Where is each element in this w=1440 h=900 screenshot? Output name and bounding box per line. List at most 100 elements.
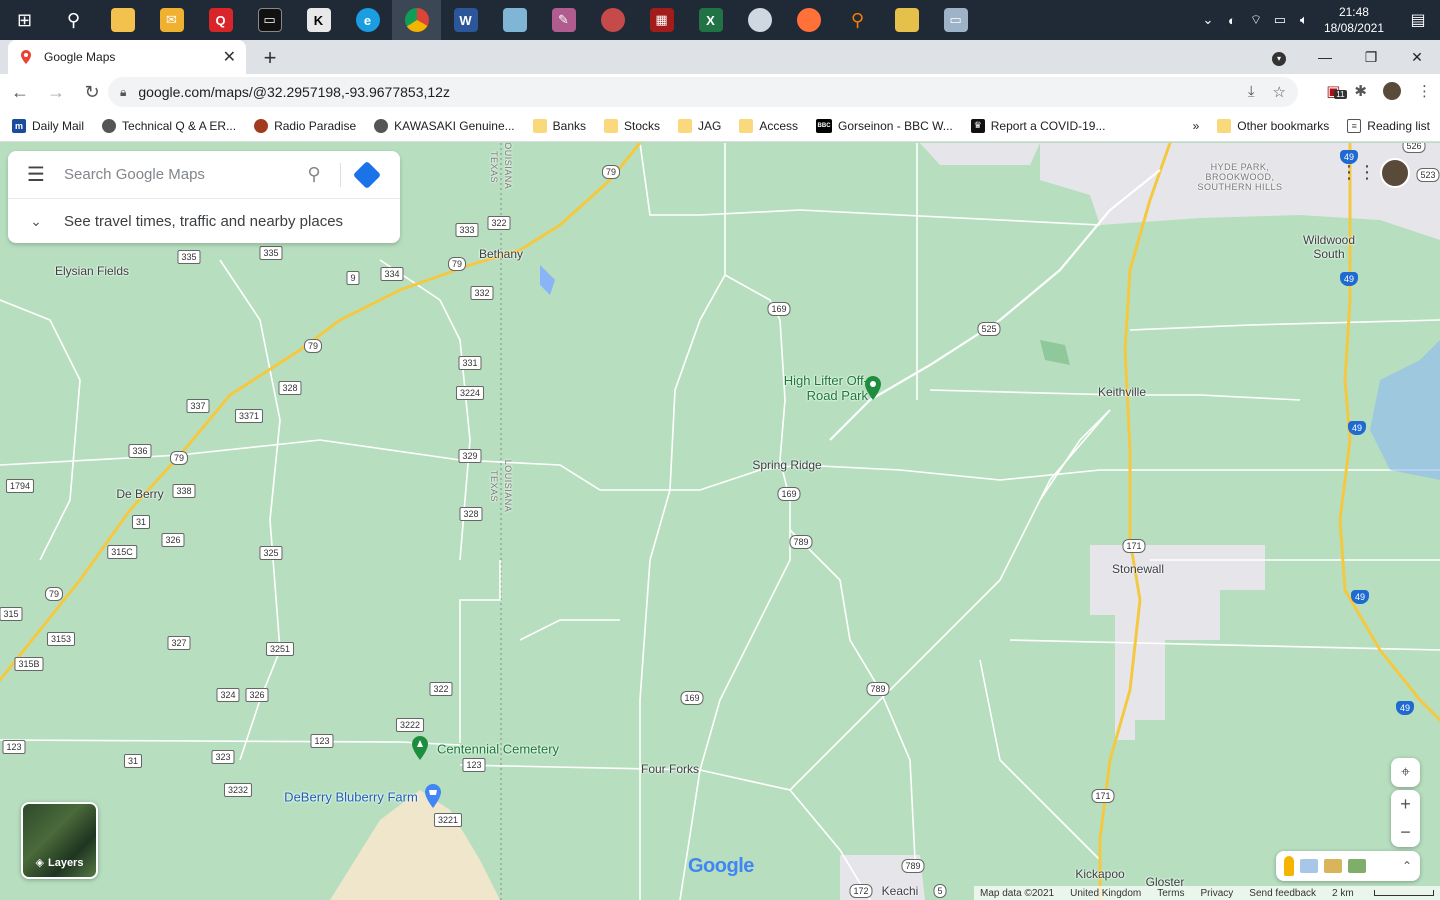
app-circle-icon[interactable]	[735, 0, 784, 40]
shield-332[interactable]: 332	[470, 286, 494, 300]
battery-icon[interactable]: ▭	[1268, 12, 1292, 28]
shield-322[interactable]: 322	[429, 682, 453, 696]
google-apps-icon[interactable]: ⋮⋮	[1340, 162, 1376, 183]
shield-323[interactable]: 323	[211, 750, 235, 764]
shield-us-79[interactable]: 79	[303, 339, 323, 353]
tab-google-maps[interactable]: Google Maps ✕	[8, 40, 246, 74]
scale-label[interactable]: 2 km	[1332, 888, 1354, 899]
shield-327[interactable]: 327	[167, 636, 191, 650]
bookmark-folder-banks[interactable]: Banks	[532, 118, 586, 133]
shield-1794[interactable]: 1794	[5, 479, 35, 493]
shield-3232[interactable]: 3232	[223, 783, 253, 797]
shield-328[interactable]: 328	[278, 381, 302, 395]
profile-avatar[interactable]	[1381, 80, 1403, 102]
shield-334[interactable]: 334	[380, 267, 404, 281]
bookmark-covid-report[interactable]: ♛ Report a COVID-19...	[970, 118, 1105, 133]
app-pen-icon[interactable]: ✎	[539, 0, 588, 40]
shield-325[interactable]: 325	[259, 546, 283, 560]
search-icon[interactable]: ⚲	[49, 0, 98, 40]
shield-338[interactable]: 338	[172, 484, 196, 498]
app-monitor-icon[interactable]: ▭	[931, 0, 980, 40]
reload-icon[interactable]: ↻	[76, 82, 108, 103]
bookmark-star-icon[interactable]: ☆	[1273, 83, 1286, 101]
place-brookwood[interactable]: BROOKWOOD,	[1205, 172, 1274, 182]
close-window-icon[interactable]: ✕	[1394, 49, 1440, 66]
shield-337[interactable]: 337	[186, 399, 210, 413]
menu-hamburger-icon[interactable]: ☰	[8, 162, 64, 187]
app-yellow-icon[interactable]	[882, 0, 931, 40]
shield-3222[interactable]: 3222	[395, 718, 425, 732]
shield-315b[interactable]: 315B	[14, 657, 44, 671]
shield-i-49[interactable]: 49	[1339, 272, 1359, 286]
chevron-up-icon[interactable]: ⌃	[1402, 859, 1412, 873]
shield-789[interactable]: 789	[789, 535, 813, 549]
new-tab-button[interactable]: +	[258, 45, 282, 71]
restore-icon[interactable]: ❐	[1348, 49, 1394, 66]
close-tab-icon[interactable]: ✕	[223, 47, 236, 67]
shield-3251[interactable]: 3251	[265, 642, 295, 656]
shield-3371[interactable]: 3371	[234, 409, 264, 423]
profile-menu-icon[interactable]: ▾	[1256, 48, 1302, 66]
layers-button[interactable]: ◈ Layers	[21, 802, 98, 879]
shield-331[interactable]: 331	[458, 356, 482, 370]
shield-169[interactable]: 169	[680, 691, 704, 705]
zoom-in-button[interactable]: +	[1400, 791, 1411, 819]
imagery-thumb-icon[interactable]	[1348, 859, 1366, 873]
shield-us-79[interactable]: 79	[169, 451, 189, 465]
shield-315c[interactable]: 315C	[107, 545, 137, 559]
shield-us-79[interactable]: 79	[447, 257, 467, 271]
chrome-icon[interactable]	[392, 0, 441, 40]
app-blue-icon[interactable]	[490, 0, 539, 40]
place-de-berry[interactable]: De Berry	[116, 487, 163, 501]
imagery-thumb-icon[interactable]	[1300, 859, 1318, 873]
place-wildwood-south[interactable]: Wildwood South	[1294, 233, 1364, 261]
zoom-out-button[interactable]: −	[1400, 819, 1411, 847]
shopping-pin-icon[interactable]	[424, 783, 442, 809]
place-bethany[interactable]: Bethany	[479, 247, 523, 261]
shield-789[interactable]: 789	[866, 682, 890, 696]
firefox-icon[interactable]	[784, 0, 833, 40]
shield-326[interactable]: 326	[245, 688, 269, 702]
poi-deberry-bluberry-farm[interactable]: DeBerry Bluberry Farm	[284, 790, 418, 805]
shield-336[interactable]: 336	[128, 444, 152, 458]
shield-169[interactable]: 169	[767, 302, 791, 316]
terms-link[interactable]: Terms	[1157, 888, 1184, 899]
shield-us-79[interactable]: 79	[44, 587, 64, 601]
place-keithville[interactable]: Keithville	[1098, 385, 1146, 399]
minimize-icon[interactable]: —	[1302, 49, 1348, 65]
calculator-icon[interactable]: ▦	[637, 0, 686, 40]
shield-us-171[interactable]: 171	[1122, 539, 1146, 553]
system-clock[interactable]: 21:48 18/08/2021	[1316, 4, 1396, 36]
search-icon[interactable]: ⚲	[294, 164, 334, 185]
my-location-button[interactable]: ⌖	[1391, 758, 1420, 787]
app-red-icon[interactable]	[588, 0, 637, 40]
shield-i-49[interactable]: 49	[1395, 701, 1415, 715]
shield-123[interactable]: 123	[2, 740, 26, 754]
region-link[interactable]: United Kingdom	[1070, 888, 1141, 899]
shield-3221[interactable]: 3221	[433, 813, 463, 827]
browser-menu-icon[interactable]: ⋮	[1417, 82, 1432, 100]
place-southern-hills[interactable]: SOUTHERN HILLS	[1197, 182, 1282, 192]
bookmark-radio-paradise[interactable]: Radio Paradise	[254, 118, 356, 133]
file-explorer-icon[interactable]	[98, 0, 147, 40]
shield-333[interactable]: 333	[455, 223, 479, 237]
directions-icon[interactable]	[347, 155, 387, 195]
extension-badge-icon[interactable]: ▣11	[1326, 82, 1347, 100]
shield-328[interactable]: 328	[459, 507, 483, 521]
place-keachi[interactable]: Keachi	[882, 884, 919, 898]
bookmark-folder-jag[interactable]: JAG	[678, 118, 721, 133]
weather-icon[interactable]: ◐	[1220, 13, 1244, 28]
shield-335[interactable]: 335	[259, 246, 283, 260]
place-four-forks[interactable]: Four Forks	[641, 762, 699, 776]
volume-icon[interactable]: 🔈︎	[1292, 12, 1316, 28]
privacy-link[interactable]: Privacy	[1200, 888, 1233, 899]
shield-31[interactable]: 31	[131, 515, 151, 529]
windows-start-icon[interactable]: ⊞	[0, 0, 49, 40]
search-input[interactable]	[64, 166, 294, 183]
forward-icon[interactable]: →	[40, 82, 72, 103]
bookmark-kawasaki[interactable]: KAWASAKI Genuine...	[374, 118, 515, 133]
bookmark-folder-access[interactable]: Access	[739, 118, 798, 133]
travel-times-row[interactable]: ⌄ See travel times, traffic and nearby p…	[8, 199, 400, 243]
shield-5[interactable]: 5	[933, 884, 947, 898]
app-search-icon[interactable]: ⚲	[833, 0, 882, 40]
